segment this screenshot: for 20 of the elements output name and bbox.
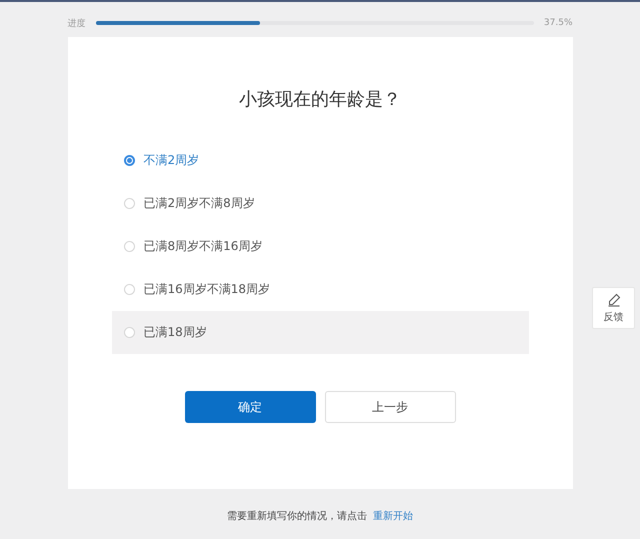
answer-option[interactable]: 不满2周岁: [112, 139, 528, 182]
restart-prompt: 需要重新填写你的情况，请点击: [227, 510, 367, 523]
answer-option[interactable]: 已满18周岁: [112, 311, 528, 354]
back-button[interactable]: 上一步: [324, 391, 456, 423]
option-label: 不满2周岁: [144, 152, 200, 169]
option-label: 已满18周岁: [144, 324, 207, 341]
answer-option[interactable]: 已满16周岁不满18周岁: [112, 268, 528, 311]
progress-percent: 37.5%: [544, 18, 572, 28]
option-label: 已满8周岁不满16周岁: [144, 238, 262, 255]
pencil-icon: [606, 292, 620, 306]
progress-label: 进度: [68, 18, 86, 30]
answer-option[interactable]: 已满2周岁不满8周岁: [112, 182, 528, 225]
option-label: 已满2周岁不满8周岁: [144, 195, 255, 212]
feedback-button[interactable]: 反馈: [592, 287, 635, 329]
radio-button[interactable]: [124, 155, 134, 166]
option-label: 已满16周岁不满18周岁: [144, 281, 270, 298]
question-title: 小孩现在的年龄是？: [239, 88, 401, 111]
restart-link[interactable]: 重新开始: [373, 509, 413, 523]
confirm-button[interactable]: 确定: [184, 391, 316, 423]
answer-option[interactable]: 已满8周岁不满16周岁: [112, 225, 528, 268]
